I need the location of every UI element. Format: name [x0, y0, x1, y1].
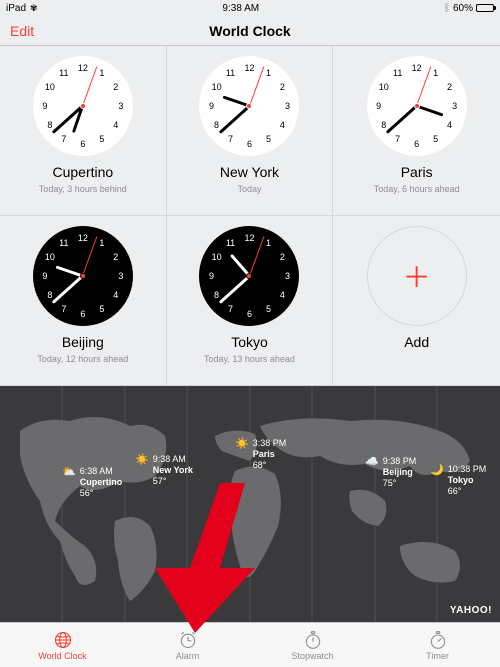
tab-timer[interactable]: Timer: [375, 623, 500, 667]
city-subtitle: Today: [237, 184, 261, 194]
tab-stopwatch[interactable]: Stopwatch: [250, 623, 375, 667]
weather-icon: ☀️: [235, 438, 249, 451]
clock-face: 123456789101112: [199, 226, 299, 326]
timer-icon: [428, 630, 448, 650]
city-subtitle: Today, 12 hours ahead: [37, 354, 128, 364]
weather-icon: ☀️: [135, 454, 149, 467]
city-subtitle: Today, 13 hours ahead: [204, 354, 295, 364]
clock-cell[interactable]: 123456789101112 Tokyo Today, 13 hours ahea…: [167, 216, 334, 386]
city-name: New York: [220, 164, 279, 180]
add-clock-button[interactable]: ＋ Add: [333, 216, 500, 386]
city-name: Cupertino: [52, 164, 113, 180]
edit-button[interactable]: Edit: [10, 23, 34, 39]
map-city-label[interactable]: ☀️3:38 PMParis68°: [235, 438, 286, 470]
city-name: Paris: [401, 164, 433, 180]
device-label: iPad: [6, 3, 26, 14]
status-bar: iPad 9:38 AM 60%: [0, 0, 500, 16]
tab-world-clock[interactable]: World Clock: [0, 623, 125, 667]
tab-label: Alarm: [176, 651, 200, 661]
clock-face: 123456789101112: [199, 56, 299, 156]
plus-icon: ＋: [403, 256, 431, 296]
tab-label: World Clock: [38, 651, 86, 661]
world-map[interactable]: ⛅6:38 AMCupertino56° ☀️9:38 AMNew York57°…: [0, 386, 500, 622]
clock-face: 123456789101112: [367, 56, 467, 156]
wifi-icon: [30, 3, 38, 14]
clock-cell[interactable]: 123456789101112 Beijing Today, 12 hours ah…: [0, 216, 167, 386]
status-time: 9:38 AM: [222, 3, 259, 14]
clock-face: 123456789101112: [33, 226, 133, 326]
clock-cell[interactable]: 123456789101112 New York Today: [167, 46, 334, 216]
map-city-label[interactable]: ⛅6:38 AMCupertino56°: [62, 466, 122, 498]
tab-label: Stopwatch: [291, 651, 333, 661]
clock-grid: 123456789101112 Cupertino Today, 3 hours b…: [0, 46, 500, 386]
battery-percent: 60%: [453, 3, 473, 14]
map-city-label[interactable]: 🌙10:38 PMTokyo66°: [430, 464, 486, 496]
clock-cell[interactable]: 123456789101112 Paris Today, 6 hours ahead: [333, 46, 500, 216]
weather-icon: ☁️: [365, 456, 379, 469]
city-name: Tokyo: [231, 334, 268, 350]
city-subtitle: Today, 6 hours ahead: [374, 184, 460, 194]
add-label: Add: [404, 334, 429, 350]
battery-icon: [476, 4, 494, 12]
alarm-clock-icon: [178, 630, 198, 650]
weather-icon: 🌙: [430, 464, 444, 477]
tab-bar: World Clock Alarm Stopwatch Timer: [0, 622, 500, 667]
map-city-label[interactable]: ☁️9:38 PMBeijing75°: [365, 456, 416, 488]
stopwatch-icon: [303, 630, 323, 650]
tab-alarm[interactable]: Alarm: [125, 623, 250, 667]
yahoo-attribution: YAHOO!: [450, 605, 492, 616]
city-name: Beijing: [62, 334, 104, 350]
clock-cell[interactable]: 123456789101112 Cupertino Today, 3 hours b…: [0, 46, 167, 216]
globe-icon: [53, 630, 73, 650]
clock-face: 123456789101112: [33, 56, 133, 156]
page-title: World Clock: [209, 23, 290, 39]
bluetooth-icon: [444, 3, 450, 14]
weather-icon: ⛅: [62, 466, 76, 479]
nav-bar: Edit World Clock: [0, 16, 500, 46]
tab-label: Timer: [426, 651, 449, 661]
map-background: [0, 386, 500, 622]
map-city-label[interactable]: ☀️9:38 AMNew York57°: [135, 454, 193, 486]
add-circle: ＋: [367, 226, 467, 326]
city-subtitle: Today, 3 hours behind: [39, 184, 127, 194]
